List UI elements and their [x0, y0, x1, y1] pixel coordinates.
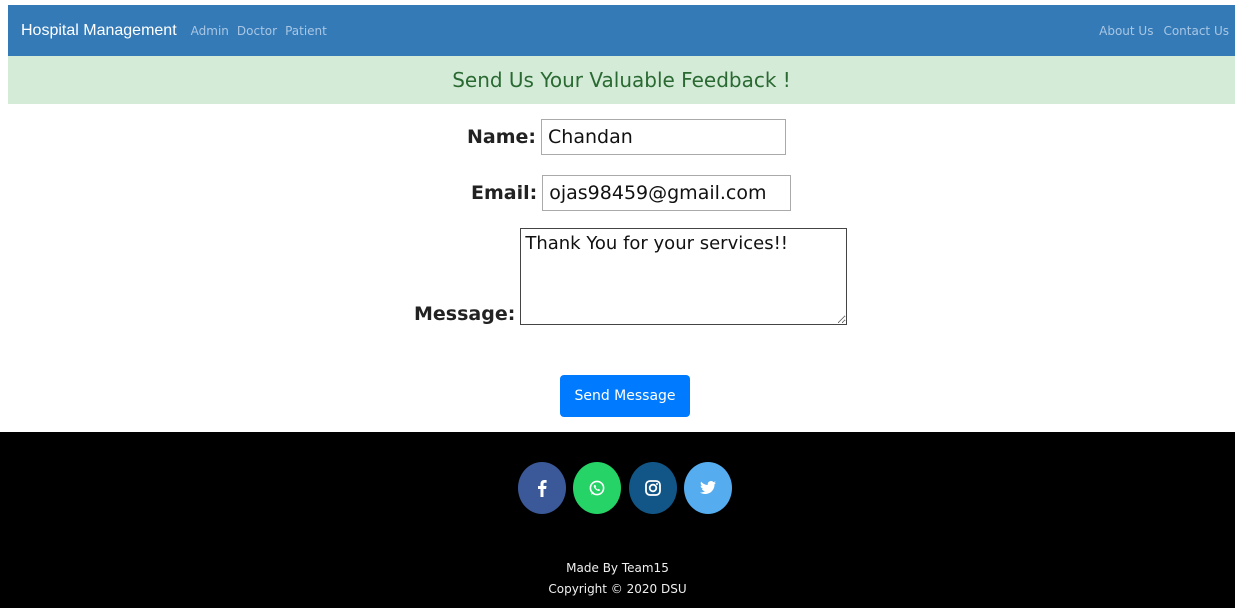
name-row: Name:: [467, 119, 787, 155]
instagram-icon[interactable]: [629, 462, 677, 514]
facebook-icon[interactable]: [518, 462, 566, 514]
nav-link-doctor[interactable]: Doctor: [237, 24, 277, 38]
email-row: Email:: [471, 175, 792, 211]
message-row: Message: Thank You for your services!!: [414, 228, 848, 325]
twitter-icon[interactable]: [684, 462, 732, 514]
email-input[interactable]: [542, 175, 792, 211]
nav-link-contact-us[interactable]: Contact Us: [1163, 24, 1229, 38]
top-navbar: Hospital Management Admin Doctor Patient…: [8, 5, 1235, 56]
copyright-text: Copyright © 2020 DSU: [548, 582, 687, 596]
nav-link-patient[interactable]: Patient: [285, 24, 327, 38]
nav-right-group: About Us Contact Us: [1089, 24, 1235, 38]
brand-link[interactable]: Hospital Management: [21, 22, 177, 40]
message-textarea[interactable]: Thank You for your services!!: [520, 228, 848, 325]
page-title: Send Us Your Valuable Feedback !: [452, 68, 791, 92]
whatsapp-icon[interactable]: [573, 462, 621, 514]
send-message-button[interactable]: Send Message: [560, 375, 690, 417]
nav-link-about-us[interactable]: About Us: [1099, 24, 1153, 38]
name-input[interactable]: [541, 119, 787, 155]
nav-link-admin[interactable]: Admin: [191, 24, 229, 38]
message-label: Message:: [414, 303, 516, 325]
name-label: Name:: [467, 126, 537, 148]
feedback-banner: Send Us Your Valuable Feedback !: [8, 56, 1235, 104]
email-label: Email:: [471, 182, 538, 204]
made-by-text: Made By Team15: [566, 561, 669, 575]
